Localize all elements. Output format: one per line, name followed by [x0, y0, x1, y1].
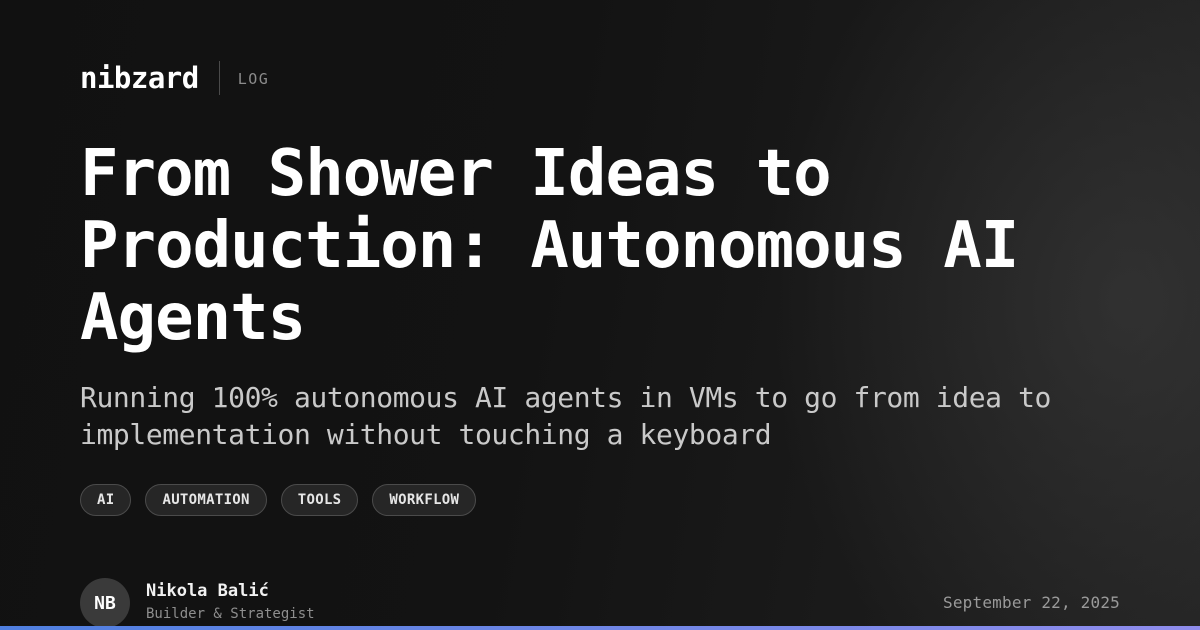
brand-section-label: LOG	[237, 70, 270, 88]
publish-date: September 22, 2025	[943, 593, 1120, 612]
tag-tools[interactable]: TOOLS	[280, 484, 359, 516]
brand-header: nibzard LOG	[80, 60, 269, 96]
post-title: From Shower Ideas to Production: Autonom…	[80, 137, 1019, 355]
tag-list: AI AUTOMATION TOOLS WORKFLOW	[80, 484, 477, 516]
og-card: nibzard LOG From Shower Ideas to Product…	[0, 0, 1200, 630]
tag-ai[interactable]: AI	[80, 484, 132, 516]
accent-bar	[0, 626, 1200, 630]
tag-automation[interactable]: AUTOMATION	[145, 484, 267, 516]
author-role: Builder & Strategist	[146, 606, 315, 622]
brand-divider	[218, 61, 220, 95]
author-info: Nikola Balić Builder & Strategist	[146, 578, 315, 625]
tag-workflow[interactable]: WORKFLOW	[372, 484, 477, 516]
brand-logo-text[interactable]: nibzard	[80, 61, 199, 95]
avatar: NB	[80, 578, 130, 628]
author-name: Nikola Balić	[146, 581, 269, 601]
author-block: NB Nikola Balić Builder & Strategist	[80, 578, 315, 628]
post-subtitle: Running 100% autonomous AI agents in VMs…	[80, 381, 1051, 451]
